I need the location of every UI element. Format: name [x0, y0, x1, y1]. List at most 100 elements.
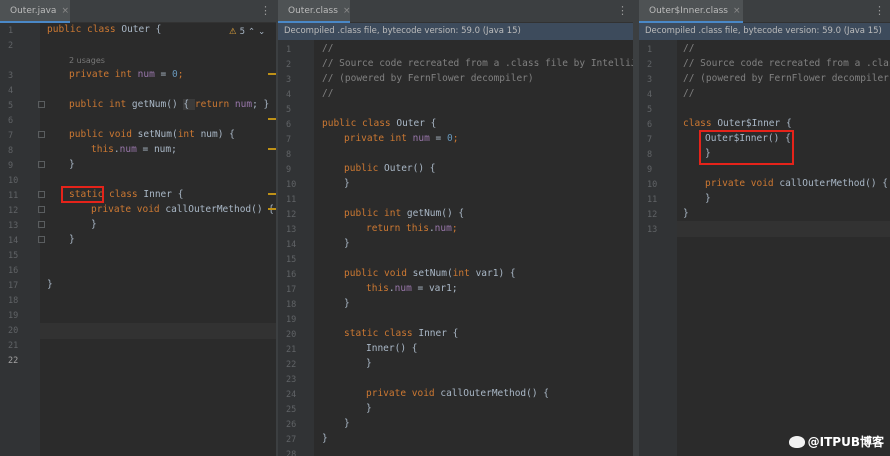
fold-marker-icon[interactable]: [38, 131, 45, 138]
code-line-20[interactable]: static class Inner {: [344, 328, 458, 339]
warning-stripe[interactable]: [268, 208, 276, 210]
code-text: callOuterMethod() {: [434, 388, 550, 399]
code-line-25[interactable]: }: [366, 403, 372, 414]
code-text: num) {: [194, 129, 235, 140]
code-line-7[interactable]: private int num = 0;: [344, 133, 458, 144]
code-line-1[interactable]: public class Outer {: [47, 24, 161, 35]
line-number: 10: [8, 176, 19, 186]
field-name: num: [434, 223, 452, 234]
line-number: 10: [286, 180, 297, 190]
close-icon[interactable]: ×: [343, 6, 351, 16]
line-number: 3: [647, 75, 653, 85]
code-line-11[interactable]: }: [69, 159, 75, 170]
code-line-13[interactable]: return this.num;: [366, 223, 458, 234]
code-line-18[interactable]: }: [344, 298, 350, 309]
chevron-down-icon[interactable]: ⌄: [258, 27, 265, 37]
line-number: 5: [286, 105, 292, 115]
code-line-10[interactable]: this.num = num;: [91, 144, 177, 155]
code-line-5[interactable]: public int getNum() { return num; }: [69, 99, 269, 110]
code-line-12[interactable]: }: [683, 208, 689, 219]
more-options-icon[interactable]: ⋮: [617, 5, 628, 16]
warning-stripe[interactable]: [268, 118, 276, 120]
code-line-9[interactable]: public void setNum(int num) {: [69, 129, 235, 140]
code-text: Outer {: [115, 24, 162, 35]
close-icon[interactable]: ×: [733, 6, 741, 16]
code-line-10[interactable]: private void callOuterMethod() {: [705, 178, 888, 189]
code-line-7[interactable]: Outer$Inner() {: [705, 133, 791, 144]
line-number: 14: [286, 240, 297, 250]
code-line-15[interactable]: }: [91, 219, 97, 230]
more-options-icon[interactable]: ⋮: [874, 5, 885, 16]
code-line-8[interactable]: }: [705, 148, 711, 159]
comment-line[interactable]: //: [322, 88, 333, 99]
comment-line[interactable]: // Source code recreated from a .class f…: [322, 58, 633, 69]
chevron-up-icon[interactable]: ⌃: [248, 27, 255, 37]
code-line-6[interactable]: public class Outer {: [322, 118, 436, 129]
code-line-27[interactable]: }: [322, 433, 328, 444]
warning-stripe[interactable]: [268, 193, 276, 195]
warning-stripe[interactable]: [268, 73, 276, 75]
line-gutter: [639, 40, 677, 456]
current-line-highlight: [677, 221, 890, 237]
line-number: 9: [286, 165, 292, 175]
fold-marker-icon[interactable]: [38, 101, 45, 108]
comment-line[interactable]: //: [322, 43, 333, 54]
code-line-11[interactable]: }: [705, 193, 711, 204]
code-text: ;: [177, 69, 184, 80]
tab-outer-java[interactable]: Outer.java ×: [0, 0, 70, 23]
keyword: int: [177, 129, 195, 140]
code-line-14[interactable]: }: [344, 238, 350, 249]
code-line-9[interactable]: public Outer() {: [344, 163, 436, 174]
code-line-13[interactable]: static class Inner {: [69, 189, 183, 200]
line-number: 12: [286, 210, 297, 220]
line-number: 26: [286, 420, 297, 430]
code-text: Inner {: [412, 328, 459, 339]
comment-line[interactable]: // (powered by FernFlower decompiler): [322, 73, 534, 84]
fold-marker-icon[interactable]: [38, 221, 45, 228]
code-line-21[interactable]: Inner() {: [366, 343, 417, 354]
comment-line[interactable]: //: [683, 88, 694, 99]
line-number: 16: [286, 270, 297, 280]
code-line-24[interactable]: private void callOuterMethod() {: [366, 388, 549, 399]
keyword: public void: [69, 129, 132, 140]
fold-marker-icon[interactable]: [38, 161, 45, 168]
code-text: = var1;: [411, 283, 458, 294]
code-line-14[interactable]: private void callOuterMethod() {: [91, 204, 274, 215]
code-text: Outer() {: [378, 163, 436, 174]
tab-label: Outer.class: [288, 5, 338, 16]
fold-marker-icon[interactable]: [38, 236, 45, 243]
code-line-16[interactable]: }: [69, 234, 75, 245]
line-number: 9: [647, 165, 653, 175]
code-line-12[interactable]: public int getNum() {: [344, 208, 464, 219]
code-line-3[interactable]: private int num = 0;: [69, 69, 183, 80]
close-icon[interactable]: ×: [61, 6, 69, 16]
keyword-static: static: [69, 189, 104, 200]
more-options-icon[interactable]: ⋮: [260, 5, 271, 16]
tab-outer-inner-class[interactable]: Outer$Inner.class ×: [639, 0, 743, 23]
line-number: 7: [8, 131, 14, 141]
code-text: Outer {: [390, 118, 437, 129]
code-line-10[interactable]: }: [344, 178, 350, 189]
line-number: 18: [286, 300, 297, 310]
code-line-22[interactable]: }: [366, 358, 372, 369]
code-line-17[interactable]: this.num = var1;: [366, 283, 458, 294]
code-line-19[interactable]: }: [47, 279, 53, 290]
code-line-16[interactable]: public void setNum(int var1) {: [344, 268, 516, 279]
comment-line[interactable]: // (powered by FernFlower decompiler): [683, 73, 890, 84]
line-number: 24: [286, 390, 297, 400]
line-number: 13: [8, 221, 19, 231]
warning-stripe[interactable]: [268, 148, 276, 150]
fold-marker-icon[interactable]: [38, 206, 45, 213]
line-number: 20: [286, 330, 297, 340]
comment-line[interactable]: //: [683, 43, 694, 54]
inspection-widget[interactable]: ⚠ 5 ⌃ ⌄: [229, 27, 265, 37]
tab-outer-class[interactable]: Outer.class ×: [278, 0, 350, 23]
line-number: 2: [647, 60, 653, 70]
usages-hint[interactable]: 2 usages: [69, 56, 105, 65]
comment-line[interactable]: // Source code recreated from a .class: [683, 58, 890, 69]
code-line-26[interactable]: }: [344, 418, 350, 429]
code-line-6[interactable]: class Outer$Inner {: [683, 118, 792, 129]
keyword: return: [366, 223, 401, 234]
fold-marker-icon[interactable]: [38, 191, 45, 198]
line-number: 6: [647, 120, 653, 130]
